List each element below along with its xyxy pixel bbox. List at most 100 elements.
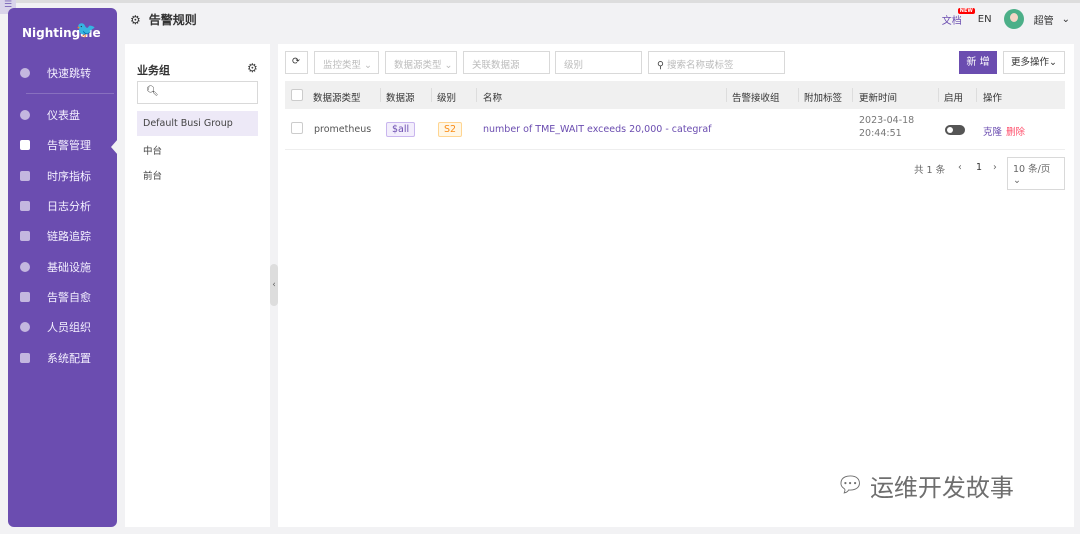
column-header: 级别 (437, 93, 457, 104)
infra-icon (20, 262, 30, 272)
business-group-title: 业务组 (137, 64, 170, 77)
table-row: prometheus $all S2 number of TME_WAIT ex… (285, 109, 1065, 150)
more-actions-button[interactable]: 更多操作⌄ (1003, 51, 1065, 74)
collapse-handle[interactable]: ‹ (270, 264, 278, 306)
top-border (0, 0, 1080, 3)
search-icon: ⚲ (657, 60, 664, 71)
column-header: 告警接收组 (732, 93, 780, 104)
enable-toggle[interactable] (945, 125, 965, 135)
row-checkbox[interactable] (291, 122, 303, 134)
sidebar-item-label: 仪表盘 (47, 109, 80, 122)
new-badge: NEW (957, 7, 975, 14)
column-header: 数据源类型 (313, 93, 361, 104)
watermark: 💬︎ 运维开发故事 (836, 468, 1014, 503)
heal-icon (20, 292, 30, 302)
avatar[interactable] (1003, 9, 1024, 29)
sidebar-item-dashboard[interactable]: 仪表盘 (8, 102, 117, 128)
sidebar-item-label: 告警管理 (47, 139, 91, 152)
select-label: 数据源类型 (394, 60, 442, 71)
search-placeholder: 搜索名称或标签 (667, 60, 734, 71)
user-menu[interactable]: 超管 (1034, 12, 1054, 27)
sidebar-item-infra[interactable]: 基础设施 (8, 254, 117, 280)
sidebar-item-tracing[interactable]: 链路追踪 (8, 223, 117, 249)
sidebar-item-label: 系统配置 (47, 352, 91, 365)
sidebar: Nightingale 🐦 快速跳转 仪表盘 告警管理 时序指标 日志分析 链路… (8, 8, 117, 527)
group-search-input[interactable]: 🔍︎ (137, 81, 258, 104)
column-divider (380, 88, 381, 102)
alarm-icon (20, 140, 30, 150)
column-divider (431, 88, 432, 102)
sidebar-item-label: 快速跳转 (47, 67, 91, 80)
log-icon (20, 201, 30, 211)
sidebar-item-label: 日志分析 (47, 200, 91, 213)
sidebar-divider (26, 93, 114, 94)
logo-bird-icon: 🐦 (76, 20, 96, 39)
sidebar-item-metrics[interactable]: 时序指标 (8, 163, 117, 189)
sidebar-item-label: 基础设施 (47, 261, 91, 274)
page-size-label: 10 条/页 (1013, 164, 1051, 175)
column-divider (798, 88, 799, 102)
select-all-checkbox[interactable] (291, 89, 303, 101)
column-header: 附加标签 (804, 93, 843, 104)
sidebar-item-quick-jump[interactable]: 快速跳转 (8, 60, 117, 86)
datasource-type-select[interactable]: 数据源类型 ⌄ (385, 51, 457, 74)
header-actions: 文档 NEW EN 超管 ⌄ (941, 7, 1070, 29)
column-header: 更新时间 (859, 93, 898, 104)
sidebar-item-label: 告警自愈 (47, 291, 91, 304)
next-page-button[interactable]: › (993, 162, 997, 173)
sidebar-item-label: 人员组织 (47, 321, 91, 334)
column-header: 启用 (944, 93, 964, 104)
table-header: 数据源类型 数据源 级别 名称 告警接收组 附加标签 更新时间 启用 操作 (285, 81, 1065, 109)
search-icon: 🔍︎ (146, 86, 159, 97)
column-header: 数据源 (386, 93, 415, 104)
column-divider (726, 88, 727, 102)
page-size-select[interactable]: 10 条/页 ⌄ (1007, 157, 1065, 190)
delete-link[interactable]: 删除 (1006, 124, 1025, 138)
datasource-select[interactable]: 关联数据源 (463, 51, 550, 74)
column-divider (476, 88, 477, 102)
updated-date: 2023-04-18 (859, 115, 915, 126)
gear-icon[interactable]: ⚙ (247, 61, 258, 75)
clone-link[interactable]: 克隆 (983, 124, 1002, 138)
chevron-down-icon[interactable]: ⌄ (1062, 14, 1070, 25)
sidebar-item-self-heal[interactable]: 告警自愈 (8, 284, 117, 310)
pagination-total: 共 1 条 (914, 165, 946, 176)
sidebar-item-settings[interactable]: 系统配置 (8, 345, 117, 371)
active-indicator (111, 139, 118, 155)
sidebar-item-users[interactable]: 人员组织 (8, 314, 117, 340)
language-switch[interactable]: EN (978, 14, 992, 25)
rules-panel: ⟳ 监控类型 ⌄ 数据源类型 ⌄ 关联数据源 级别 ⚲ 搜索名称或标签 新 增 … (278, 44, 1074, 527)
datasource-type-cell: prometheus (314, 124, 372, 135)
business-group-panel: 业务组 ⚙ 🔍︎ Default Busi Group 中台 前台 (125, 44, 270, 527)
dashboard-icon (20, 110, 30, 120)
group-item[interactable]: Default Busi Group (137, 111, 258, 136)
datasource-tag: $all (386, 122, 416, 137)
select-label: 监控类型 (323, 60, 362, 71)
sidebar-item-alerting[interactable]: 告警管理 (8, 132, 117, 158)
severity-select[interactable]: 级别 (555, 51, 642, 74)
column-header: 名称 (483, 93, 503, 104)
rule-name-link[interactable]: number of TME_WAIT exceeds 20,000 - cate… (483, 124, 712, 135)
group-item[interactable]: 前台 (137, 161, 258, 186)
refresh-button[interactable]: ⟳ (285, 51, 308, 74)
more-actions-label: 更多操作 (1011, 57, 1050, 68)
watermark-text: 运维开发故事 (869, 474, 1014, 502)
column-divider (852, 88, 853, 102)
prev-page-button[interactable]: ‹ (958, 162, 962, 173)
new-rule-button[interactable]: 新 增 (959, 51, 997, 74)
column-header: 操作 (983, 93, 1003, 104)
column-divider (976, 88, 977, 102)
search-icon (20, 68, 30, 78)
user-icon (20, 322, 30, 332)
page-number[interactable]: 1 (976, 162, 982, 173)
severity-tag: S2 (438, 122, 463, 137)
group-item[interactable]: 中台 (137, 136, 258, 161)
search-input[interactable]: ⚲ 搜索名称或标签 (648, 51, 785, 74)
docs-label: 文档 (941, 15, 962, 27)
page-title-text: 告警规则 (148, 13, 197, 27)
sidebar-item-logs[interactable]: 日志分析 (8, 193, 117, 219)
docs-link[interactable]: 文档 NEW (941, 7, 975, 27)
page-title: ⚙ 告警规则 (130, 11, 197, 28)
gear-icon: ⚙ (130, 12, 141, 27)
monitor-type-select[interactable]: 监控类型 ⌄ (314, 51, 379, 74)
